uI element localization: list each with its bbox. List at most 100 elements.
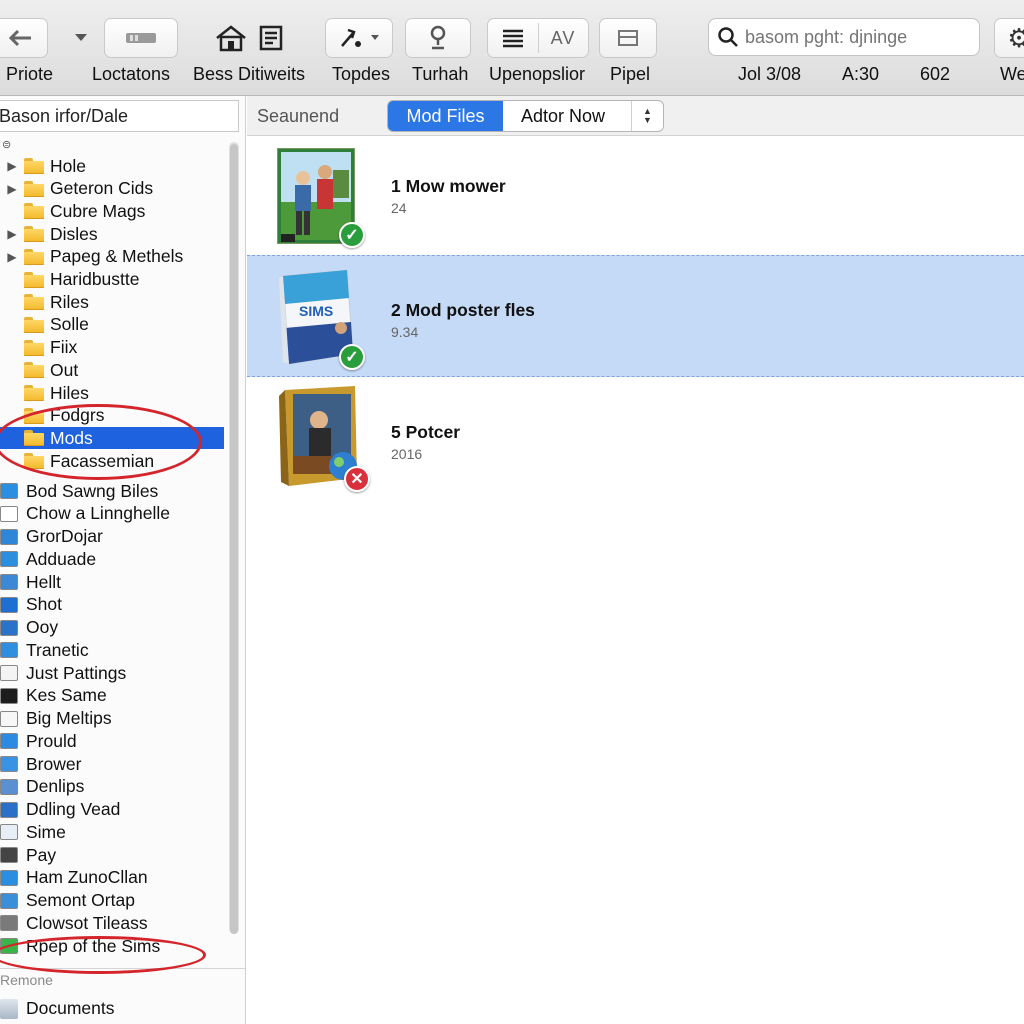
camera-icon — [0, 596, 18, 613]
sidebar-item-label: Geteron Cids — [50, 178, 154, 199]
sidebar-folder-item[interactable]: Out — [0, 359, 224, 381]
view-segment[interactable]: AV — [487, 18, 589, 58]
sidebar-item-label: Ddling Vead — [26, 799, 121, 819]
sidebar-section-label: Remone — [0, 972, 53, 988]
sidebar-app-item[interactable]: Just Pattings — [0, 662, 224, 684]
sidebar-app-item[interactable]: Denlips — [0, 776, 224, 798]
sidebar-app-item[interactable]: Ham ZunoCllan — [0, 867, 224, 889]
locations-button[interactable] — [104, 18, 178, 58]
window-icon — [0, 574, 18, 590]
sidebar-app-item[interactable]: Kes Same — [0, 685, 224, 707]
sidebar-folder-item[interactable]: Fodgrs — [0, 405, 224, 427]
folder-icon — [24, 271, 44, 288]
sidebar-folder-item[interactable]: Hiles — [0, 382, 224, 404]
sidebar-scrollbar-thumb[interactable] — [230, 144, 238, 934]
segment-stepper[interactable]: ▲ ▼ — [631, 101, 663, 131]
sidebar-app-item[interactable]: Brower — [0, 753, 224, 775]
sidebar-item-label: Disles — [50, 223, 98, 244]
toolbar: AV ⚙ Priote Loctatons Bess Ditiweits Top… — [0, 0, 1024, 96]
sidebar-folder-item[interactable]: Mods — [0, 427, 224, 450]
label-bess: Bess Ditiweits — [193, 64, 306, 84]
status-time: A:30 — [842, 64, 880, 84]
sidebar-item-label: Prould — [26, 730, 77, 751]
sidebar-folder-item[interactable]: ▶ Hole — [0, 155, 224, 177]
sidebar-search-field[interactable]: Bason irfor/Dale — [0, 100, 239, 132]
label-pipel: Pipel — [610, 64, 651, 84]
text-view-button[interactable]: AV — [538, 28, 588, 49]
sidebar-app-item[interactable]: Shot — [0, 594, 224, 616]
turhah-button[interactable] — [405, 18, 471, 58]
sidebar-app-item[interactable]: Bod Sawng Biles — [0, 480, 224, 502]
pipel-button[interactable] — [599, 18, 657, 58]
back-button[interactable] — [0, 18, 48, 58]
sidebar-folder-item[interactable]: Riles — [0, 291, 224, 313]
history-dropdown[interactable] — [60, 18, 102, 58]
disc-icon — [0, 619, 18, 636]
sidebar-app-item[interactable]: Ooy — [0, 617, 224, 639]
tab-mod-files[interactable]: Mod Files — [388, 101, 503, 131]
search-input[interactable] — [745, 26, 970, 48]
document-list-icon — [259, 25, 283, 51]
list-view-button[interactable] — [488, 28, 538, 48]
sidebar-app-item[interactable]: Chow a Linnghelle — [0, 503, 224, 525]
list-item-selected[interactable]: SIMS ✓ 2 Mod poster fles 9.34 — [247, 255, 1024, 377]
list-item[interactable]: ✕ 5 Potcer 2016 — [247, 386, 1024, 508]
disclosure-triangle-icon[interactable]: ▶ — [4, 227, 20, 241]
sidebar-folder-item[interactable]: ▶ Geteron Cids — [0, 178, 224, 200]
sidebar-app-item[interactable]: Big Meltips — [0, 708, 224, 730]
sidebar-folder-item[interactable]: Solle — [0, 314, 224, 336]
settings-button[interactable]: ⚙ — [994, 18, 1024, 58]
label-turhah: Turhah — [412, 64, 469, 84]
sidebar-divider — [0, 968, 245, 969]
sidebar-app-item[interactable]: Adduade — [0, 548, 224, 570]
folder-icon — [24, 203, 44, 220]
label-we: We — [1000, 64, 1024, 84]
sidebar-app-item[interactable]: Semont Ortap — [0, 890, 224, 912]
sidebar-app-item[interactable]: Hellt — [0, 571, 224, 593]
sidebar-app-item[interactable]: Pay — [0, 844, 224, 866]
topdes-button[interactable] — [325, 18, 393, 58]
folder-blue-icon — [0, 551, 18, 568]
documents-icon — [0, 998, 18, 1019]
item-title: 1 Mow mower — [391, 176, 506, 196]
mode-segment[interactable]: Mod Files Adtor Now ▲ ▼ — [387, 100, 664, 132]
sidebar-app-item[interactable]: Sime — [0, 821, 224, 843]
folder-icon — [24, 339, 44, 356]
breadcrumb[interactable]: Seaunend — [257, 106, 339, 127]
sidebar-folder-item[interactable]: Haridbustte — [0, 269, 224, 291]
disclosure-triangle-icon[interactable]: ▶ — [4, 159, 20, 173]
sidebar-folder-item[interactable]: Fiix — [0, 337, 224, 359]
puzzle-icon — [0, 528, 18, 545]
item-subtitle: 9.34 — [391, 324, 419, 340]
sidebar-folder-item[interactable]: ▶ Papeg & Methels — [0, 246, 224, 268]
sidebar-item-documents[interactable]: Documents — [0, 998, 115, 1019]
sidebar-app-item[interactable]: Clowsot Tileass — [0, 912, 224, 934]
error-x-icon: ✕ — [344, 466, 370, 492]
home-group[interactable] — [190, 18, 308, 58]
search-field[interactable] — [708, 18, 980, 56]
chevron-down-icon: ▼ — [643, 115, 652, 125]
folder-icon — [24, 385, 44, 401]
tab-adtor-now[interactable]: Adtor Now — [503, 101, 631, 131]
sidebar-app-item[interactable]: Prould — [0, 730, 224, 752]
sidebar-item-label: Haridbustte — [50, 269, 140, 289]
folder-icon — [24, 226, 44, 243]
sidebar-item-label: Ooy — [26, 617, 59, 637]
sidebar-item-label: Shot — [26, 594, 62, 615]
disclosure-triangle-icon[interactable]: ▶ — [4, 182, 20, 196]
search-icon — [718, 27, 738, 47]
sidebar-item-label: Pay — [26, 844, 57, 865]
sidebar-app-item[interactable]: Ddling Vead — [0, 799, 224, 821]
person-pin-icon — [430, 25, 446, 50]
disclosure-triangle-icon[interactable]: ▶ — [4, 250, 20, 264]
sidebar-app-item[interactable]: Tranetic — [0, 639, 224, 661]
sidebar-folder-item[interactable]: Cubre Mags — [0, 200, 224, 222]
sidebar-folder-item[interactable]: ▶ Disles — [0, 223, 224, 245]
item-subtitle: 24 — [391, 200, 407, 216]
sidebar-app-item[interactable]: Rpep of the Sims — [0, 935, 224, 957]
folder-icon — [24, 362, 44, 379]
sidebar-folder-item[interactable]: Facassemian — [0, 450, 224, 472]
label-locations: Loctatons — [92, 64, 171, 84]
list-item[interactable]: ✓ 1 Mow mower 24 — [247, 140, 1024, 262]
sidebar-app-item[interactable]: GrorDojar — [0, 526, 224, 548]
